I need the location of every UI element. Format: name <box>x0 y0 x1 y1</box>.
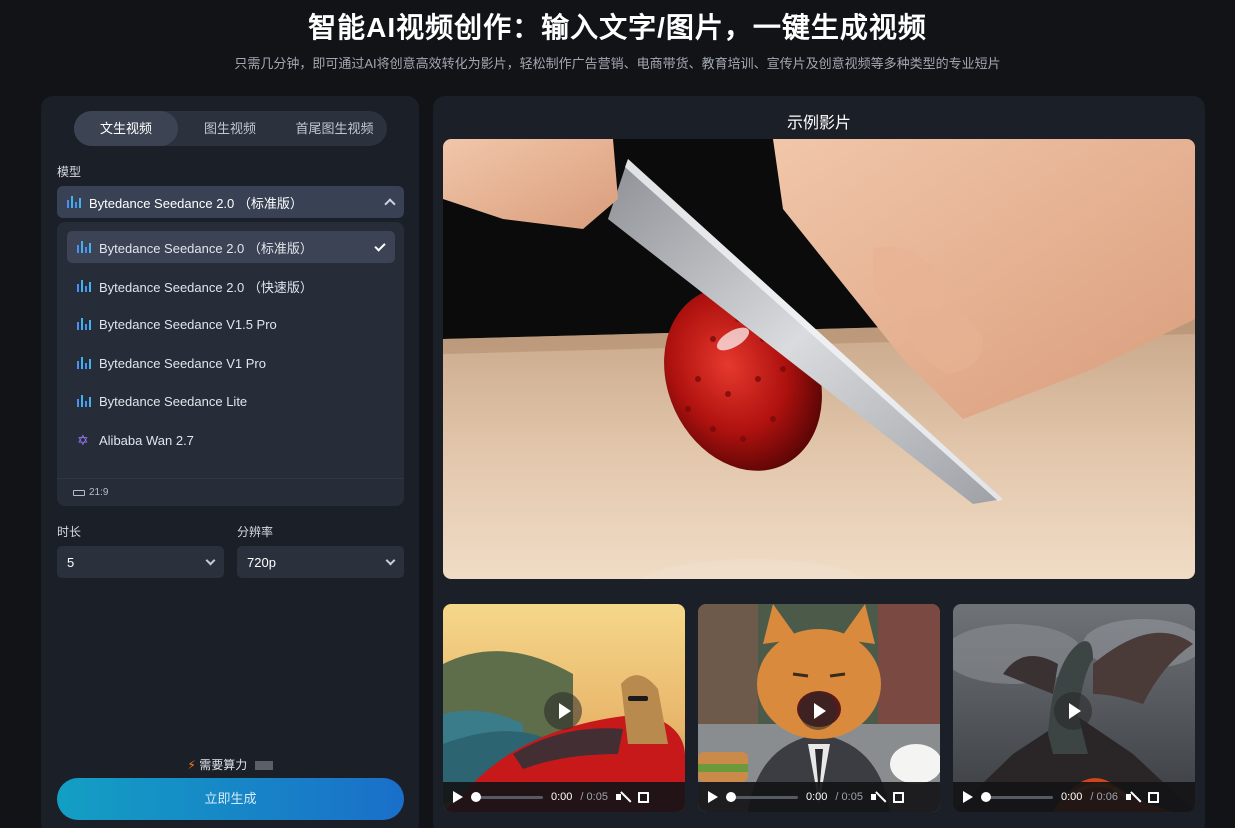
model-option-label: Bytedance Seedance V1 Pro <box>99 355 266 371</box>
showcase-title: 示例影片 <box>786 115 851 132</box>
page-subtitle: 只需几分钟，即可通过AI将创意高效转化为影片，轻松制作广告营销、电商带货、教育培… <box>234 56 1001 71</box>
model-option-label: Bytedance Seedance 2.0 （标准版） <box>99 240 313 256</box>
play-button[interactable] <box>799 692 837 730</box>
bars-icon <box>77 395 91 407</box>
resolution-select[interactable]: 720p <box>237 546 404 578</box>
mute-icon[interactable] <box>615 791 630 803</box>
strawberry-cutting-image <box>443 139 1195 579</box>
current-time: 0:00 <box>551 791 573 803</box>
main-sample-video[interactable] <box>443 139 1195 579</box>
model-option[interactable]: Bytedance Seedance Lite <box>67 385 395 417</box>
model-option[interactable]: ✡ Alibaba Wan 2.7 <box>67 424 395 456</box>
seek-bar[interactable] <box>981 791 1053 802</box>
tab-first-last-frame-video[interactable]: 首尾图生视频 <box>282 111 387 146</box>
video-controls: 0:00 / 0:06 <box>953 782 1195 812</box>
model-label: 模型 <box>57 165 82 179</box>
resolution-label: 分辨率 <box>237 525 274 539</box>
aspect-ratio-icon <box>73 489 85 496</box>
fullscreen-icon[interactable] <box>892 791 904 803</box>
chevron-down-icon <box>385 555 396 565</box>
play-button[interactable] <box>544 692 582 730</box>
play-icon[interactable] <box>963 791 973 803</box>
duration-time: 0:05 <box>841 791 863 803</box>
bars-icon <box>67 196 81 208</box>
fullscreen-icon[interactable] <box>1147 791 1159 803</box>
fullscreen-icon[interactable] <box>637 791 649 803</box>
model-option[interactable]: Bytedance Seedance V1 Pro <box>67 347 395 379</box>
play-button[interactable] <box>1054 692 1092 730</box>
model-option-label: Alibaba Wan 2.7 <box>99 432 194 448</box>
duration-time: 0:06 <box>1096 791 1118 803</box>
duration-time: 0:05 <box>586 791 608 803</box>
generator-panel: 文生视频 图生视频 首尾图生视频 模型 Bytedance Seedance 2… <box>41 96 419 828</box>
cost-value-mask <box>254 761 273 771</box>
duration-select[interactable]: 5 <box>57 546 224 578</box>
model-option[interactable]: Bytedance Seedance 2.0 （标准版） <box>67 231 395 263</box>
model-option[interactable]: Bytedance Seedance 2.0 （快速版） <box>67 270 395 302</box>
mode-tabs: 文生视频 图生视频 首尾图生视频 <box>74 111 387 146</box>
model-select[interactable]: Bytedance Seedance 2.0 （标准版） <box>57 186 404 218</box>
tab-text-to-video[interactable]: 文生视频 <box>74 111 178 146</box>
current-time: 0:00 <box>806 791 828 803</box>
sample-video-thumbnail[interactable]: 0:00 / 0:05 <box>698 604 940 812</box>
aspect-ratio-value: 21:9 <box>89 487 109 498</box>
model-dropdown: Bytedance Seedance 2.0 （标准版） Bytedance S… <box>57 222 404 506</box>
page-title: 智能AI视频创作：输入文字/图片，一键生成视频 <box>308 12 927 43</box>
bars-icon <box>77 280 91 292</box>
model-option-label: Bytedance Seedance 2.0 （快速版） <box>99 279 313 295</box>
cost-label: 需要算力 <box>199 758 248 772</box>
mute-icon[interactable] <box>1125 791 1140 803</box>
current-time: 0:00 <box>1061 791 1083 803</box>
showcase-panel: 示例影片 0:00 / 0:05 0:00 / 0:05 0:00 / 0:06 <box>433 96 1205 828</box>
play-icon[interactable] <box>453 791 463 803</box>
video-controls: 0:00 / 0:05 <box>443 782 685 812</box>
tab-image-to-video[interactable]: 图生视频 <box>178 111 282 146</box>
chevron-up-icon <box>384 198 396 210</box>
duration-value: 5 <box>67 554 75 570</box>
generate-button[interactable]: 立即生成 <box>57 778 404 820</box>
duration-label: 时长 <box>57 525 82 539</box>
lightning-icon: ⚡ <box>187 758 196 772</box>
seek-bar[interactable] <box>471 791 543 802</box>
cost-indicator: ⚡ 需要算力 <box>41 756 419 773</box>
wan-logo-icon: ✡ <box>77 432 89 448</box>
model-option-label: Bytedance Seedance Lite <box>99 393 248 409</box>
aspect-ratio-row[interactable]: 21:9 <box>57 478 404 506</box>
model-selected-value: Bytedance Seedance 2.0 （标准版） <box>89 195 303 211</box>
play-icon[interactable] <box>708 791 718 803</box>
seek-bar[interactable] <box>726 791 798 802</box>
bars-icon <box>77 357 91 369</box>
video-controls: 0:00 / 0:05 <box>698 782 940 812</box>
resolution-value: 720p <box>247 554 276 570</box>
mute-icon[interactable] <box>870 791 885 803</box>
sample-video-thumbnail[interactable]: 0:00 / 0:06 <box>953 604 1195 812</box>
model-option-label: Bytedance Seedance V1.5 Pro <box>99 316 277 332</box>
sample-video-thumbnail[interactable]: 0:00 / 0:05 <box>443 604 685 812</box>
bars-icon <box>77 241 91 253</box>
model-option[interactable]: Bytedance Seedance V1.5 Pro <box>67 308 395 340</box>
bars-icon <box>77 318 91 330</box>
check-icon <box>374 239 386 252</box>
chevron-down-icon <box>205 555 216 565</box>
